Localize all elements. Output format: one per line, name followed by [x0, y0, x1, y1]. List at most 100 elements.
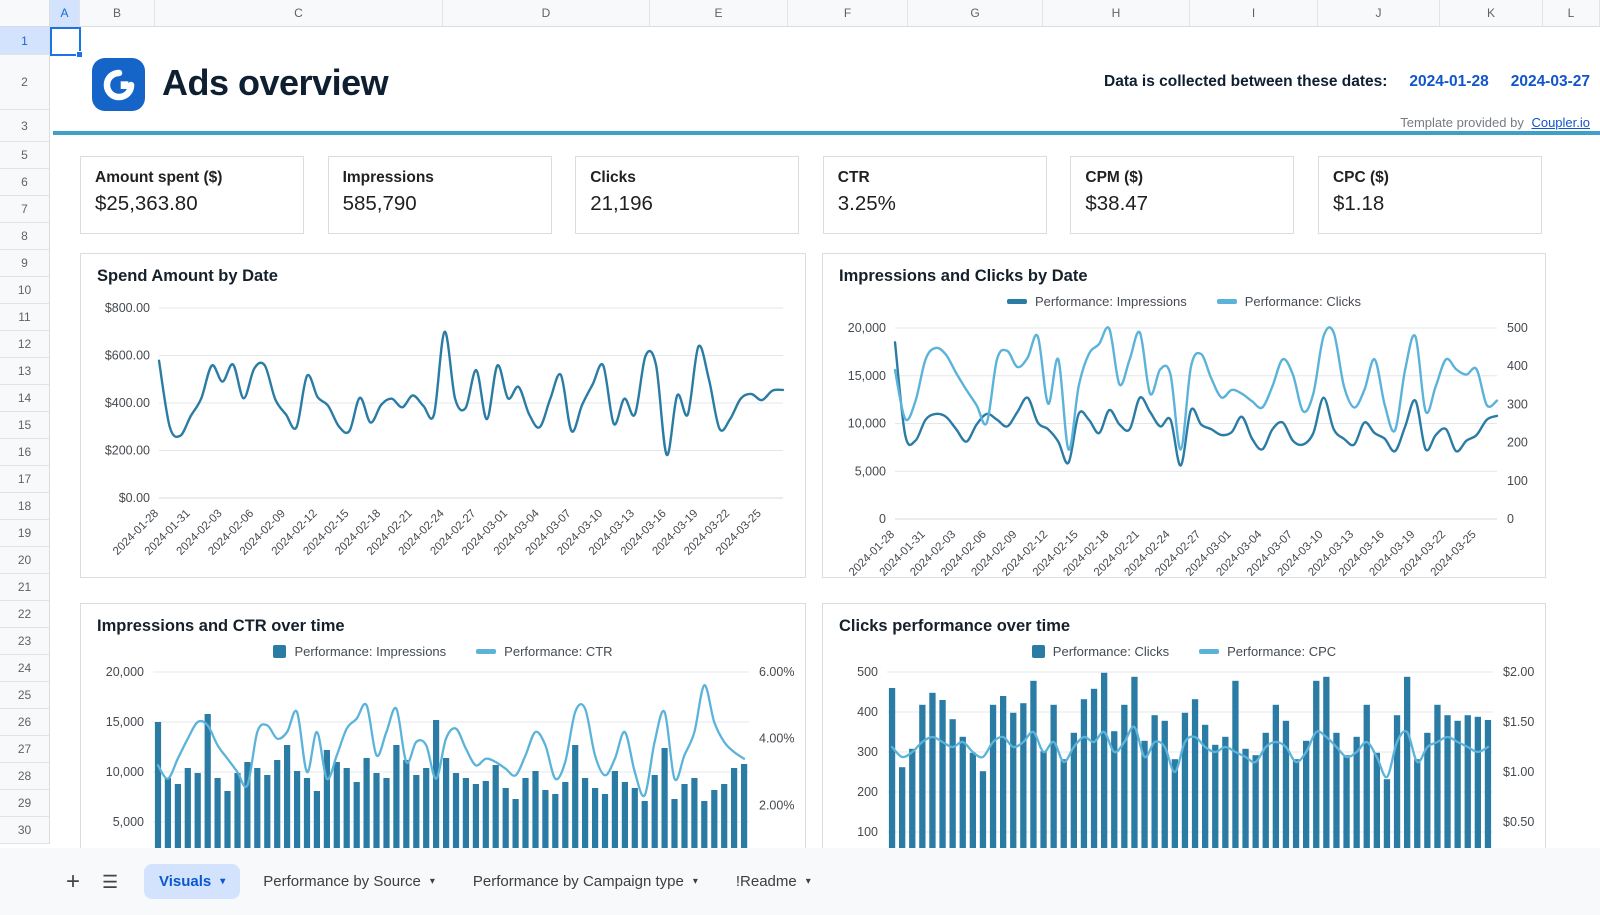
- svg-text:15,000: 15,000: [848, 369, 886, 383]
- row-header-13[interactable]: 13: [0, 358, 50, 385]
- svg-text:0: 0: [879, 512, 886, 526]
- row-header-2[interactable]: 2: [0, 55, 50, 110]
- row-header-21[interactable]: 21: [0, 574, 50, 601]
- column-header-I[interactable]: I: [1190, 0, 1318, 27]
- date-start[interactable]: 2024-01-28: [1409, 73, 1488, 91]
- template-note: Template provided by Coupler.io: [1400, 115, 1590, 130]
- add-sheet-button[interactable]: +: [58, 867, 88, 897]
- legend-swatch-icon: [273, 645, 286, 658]
- chevron-down-icon[interactable]: ▾: [693, 876, 698, 887]
- kpi-card-0: Amount spent ($)$25,363.80: [80, 156, 304, 234]
- column-header-C[interactable]: C: [155, 0, 443, 27]
- row-header-17[interactable]: 17: [0, 466, 50, 493]
- row-header-3[interactable]: 3: [0, 110, 50, 142]
- row-header-19[interactable]: 19: [0, 520, 50, 547]
- row-header-23[interactable]: 23: [0, 628, 50, 655]
- row-header-26[interactable]: 26: [0, 709, 50, 736]
- legend-item: Performance: CTR: [476, 644, 612, 659]
- fill-handle[interactable]: [76, 51, 83, 58]
- column-header-A[interactable]: A: [50, 0, 80, 27]
- row-header-14[interactable]: 14: [0, 385, 50, 412]
- row-header-29[interactable]: 29: [0, 790, 50, 817]
- kpi-value: 585,790: [343, 192, 537, 216]
- row-header-18[interactable]: 18: [0, 493, 50, 520]
- row-header-11[interactable]: 11: [0, 304, 50, 331]
- row-header-15[interactable]: 15: [0, 412, 50, 439]
- selected-cell-a1: [50, 27, 81, 56]
- chart-panel-3[interactable]: Clicks performance over timePerformance:…: [822, 603, 1546, 848]
- sheet-tab-label: Performance by Campaign type: [473, 873, 684, 890]
- row-header-8[interactable]: 8: [0, 223, 50, 250]
- date-end[interactable]: 2024-03-27: [1511, 73, 1590, 91]
- sheet-tab-label: !Readme: [736, 873, 797, 890]
- legend-swatch-icon: [1217, 299, 1237, 304]
- coupler-logo: [92, 58, 145, 111]
- column-header-H[interactable]: H: [1043, 0, 1190, 27]
- column-header-D[interactable]: D: [443, 0, 650, 27]
- hamburger-icon: ☰: [102, 873, 118, 891]
- row-header-7[interactable]: 7: [0, 196, 50, 223]
- row-header-6[interactable]: 6: [0, 169, 50, 196]
- chart-panel-1[interactable]: Impressions and Clicks by DatePerformanc…: [822, 253, 1546, 578]
- row-header-22[interactable]: 22: [0, 601, 50, 628]
- plus-icon: +: [66, 870, 80, 894]
- row-header-27[interactable]: 27: [0, 736, 50, 763]
- chart-title: Clicks performance over time: [823, 604, 1545, 638]
- kpi-value: $38.47: [1085, 192, 1279, 216]
- svg-text:10,000: 10,000: [848, 417, 886, 431]
- kpi-label: Amount spent ($): [95, 169, 289, 187]
- chart-title: Impressions and CTR over time: [81, 604, 805, 638]
- row-header-10[interactable]: 10: [0, 277, 50, 304]
- chart-panel-0[interactable]: Spend Amount by Date$0.00$200.00$400.00$…: [80, 253, 806, 578]
- column-headers: ABCDEFGHIJKL: [50, 0, 1600, 27]
- sheet-tab-2[interactable]: Performance by Campaign type ▾: [458, 864, 713, 899]
- svg-text:$1.00: $1.00: [1503, 765, 1534, 779]
- row-header-20[interactable]: 20: [0, 547, 50, 574]
- sheet-tab-1[interactable]: Performance by Source▾: [248, 864, 450, 899]
- column-header-G[interactable]: G: [908, 0, 1043, 27]
- svg-text:$200.00: $200.00: [105, 444, 150, 458]
- column-header-E[interactable]: E: [650, 0, 788, 27]
- template-note-text: Template provided by: [1400, 115, 1524, 130]
- date-range: Data is collected between these dates: 2…: [1104, 73, 1590, 91]
- kpi-cards: Amount spent ($)$25,363.80Impressions585…: [80, 156, 1542, 234]
- row-header-25[interactable]: 25: [0, 682, 50, 709]
- chevron-down-icon[interactable]: ▾: [220, 876, 225, 887]
- svg-text:10,000: 10,000: [106, 765, 144, 779]
- row-header-24[interactable]: 24: [0, 655, 50, 682]
- chart-legend: Performance: ImpressionsPerformance: Cli…: [823, 288, 1545, 314]
- legend-item: Performance: Impressions: [273, 644, 446, 659]
- svg-text:$400.00: $400.00: [105, 396, 150, 410]
- legend-label: Performance: Impressions: [1035, 294, 1187, 309]
- chart-panel-2[interactable]: Impressions and CTR over time Performance…: [80, 603, 806, 848]
- row-header-30[interactable]: 30: [0, 817, 50, 844]
- row-header-28[interactable]: 28: [0, 763, 50, 790]
- chevron-down-icon[interactable]: ▾: [806, 876, 811, 887]
- legend-label: Performance: CTR: [504, 644, 612, 659]
- column-header-L[interactable]: L: [1543, 0, 1600, 27]
- column-header-F[interactable]: F: [788, 0, 908, 27]
- column-header-K[interactable]: K: [1440, 0, 1543, 27]
- column-header-B[interactable]: B: [80, 0, 155, 27]
- row-header-9[interactable]: 9: [0, 250, 50, 277]
- column-header-J[interactable]: J: [1318, 0, 1440, 27]
- sheet-tab-3[interactable]: !Readme ▾: [721, 864, 826, 899]
- row-header-16[interactable]: 16: [0, 439, 50, 466]
- legend-swatch-icon: [476, 649, 496, 654]
- all-sheets-button[interactable]: ☰: [88, 867, 118, 897]
- legend-swatch-icon: [1199, 649, 1219, 654]
- row-header-5[interactable]: 5: [0, 142, 50, 169]
- kpi-label: Clicks: [590, 169, 784, 187]
- chevron-down-icon[interactable]: ▾: [430, 876, 435, 887]
- row-header-1[interactable]: 1: [0, 27, 50, 55]
- row-header-12[interactable]: 12: [0, 331, 50, 358]
- sheet-tab-0[interactable]: Visuals▾: [144, 864, 240, 899]
- svg-text:200: 200: [857, 785, 878, 799]
- legend-swatch-icon: [1007, 299, 1027, 304]
- kpi-card-5: CPC ($)$1.18: [1318, 156, 1542, 234]
- coupler-link[interactable]: Coupler.io: [1531, 115, 1590, 130]
- svg-text:15,000: 15,000: [106, 715, 144, 729]
- sheet-tabs: Visuals▾Performance by Source▾Performanc…: [144, 864, 826, 899]
- sheet-corner[interactable]: [0, 0, 50, 27]
- svg-text:4.00%: 4.00%: [759, 732, 794, 746]
